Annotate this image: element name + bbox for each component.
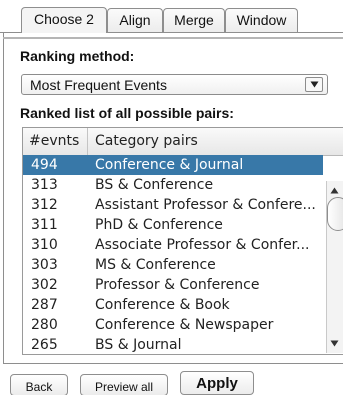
apply-button[interactable]: Apply	[180, 371, 254, 395]
tab-choose-2[interactable]: Choose 2	[21, 7, 107, 33]
table-row[interactable]: 311 PhD & Conference	[23, 215, 323, 235]
tab-bar: Choose 2 Align Merge Window	[0, 0, 343, 33]
event-count-cell: 303	[31, 257, 58, 273]
category-pair-cell: MS & Conference	[95, 257, 216, 273]
event-count-cell: 494	[31, 157, 58, 173]
ranked-pairs-table: #evnts Category pairs 494 Conference & Jo…	[22, 127, 343, 355]
category-pair-cell: PhD & Conference	[95, 217, 223, 233]
table-row[interactable]: 280 Conference & Newspaper	[23, 315, 323, 335]
category-pair-cell: BS & Conference	[95, 177, 214, 193]
vertical-scrollbar[interactable]	[326, 181, 343, 353]
category-pair-cell: BS & Journal	[95, 337, 182, 353]
event-count-cell: 310	[31, 237, 58, 253]
table-body: 494 Conference & Journal 313 BS & Conferenc…	[23, 155, 323, 354]
event-count-cell: 312	[31, 197, 58, 213]
column-header-category-pairs[interactable]: Category pairs	[95, 128, 198, 155]
category-pair-cell: Assistant Professor & Confere...	[95, 197, 316, 213]
table-header: #evnts Category pairs	[23, 128, 343, 156]
ranking-method-select[interactable]: Most Frequent Events	[21, 74, 328, 95]
category-pair-cell: Conference & Journal	[95, 157, 244, 173]
ranking-method-value: Most Frequent Events	[30, 77, 167, 93]
table-row[interactable]: 303 MS & Conference	[23, 255, 323, 275]
arrow-up-icon[interactable]	[330, 187, 339, 194]
ranked-list-label: Ranked list of all possible pairs:	[20, 105, 234, 121]
column-separator	[87, 128, 88, 155]
event-count-cell: 287	[31, 297, 58, 313]
event-count-cell: 280	[31, 317, 58, 333]
arrow-down-icon[interactable]	[330, 340, 339, 347]
ranking-method-label: Ranking method:	[20, 48, 135, 64]
category-pair-cell: Professor & Conference	[95, 277, 260, 293]
category-pair-cell: Associate Professor & Confer...	[95, 237, 310, 253]
table-row[interactable]: 302 Professor & Conference	[23, 275, 323, 295]
table-row[interactable]: 494 Conference & Journal	[23, 155, 323, 175]
preview-all-button[interactable]: Preview all	[80, 374, 168, 395]
table-row[interactable]: 310 Associate Professor & Confer...	[23, 235, 323, 255]
event-count-cell: 302	[31, 277, 58, 293]
category-pair-cell: Conference & Newspaper	[95, 317, 274, 333]
event-count-cell: 311	[31, 217, 58, 233]
event-count-cell: 265	[31, 337, 58, 353]
column-header-evnts[interactable]: #evnts	[29, 128, 79, 155]
table-row[interactable]: 265 BS & Journal	[23, 335, 323, 354]
panel-accent-line	[3, 37, 343, 39]
dropdown-button[interactable]	[305, 77, 323, 92]
tab-window[interactable]: Window	[225, 8, 298, 32]
table-row[interactable]: 287 Conference & Book	[23, 295, 323, 315]
table-row[interactable]: 312 Assistant Professor & Confere...	[23, 195, 323, 215]
back-button[interactable]: Back	[10, 374, 68, 395]
tab-merge[interactable]: Merge	[163, 8, 225, 32]
chevron-down-icon	[310, 81, 319, 88]
tab-align[interactable]: Align	[107, 8, 163, 32]
category-pair-cell: Conference & Book	[95, 297, 230, 313]
event-count-cell: 313	[31, 177, 58, 193]
scrollbar-thumb[interactable]	[327, 197, 343, 231]
align-panel-window: Choose 2 Align Merge Window Ranking meth…	[0, 0, 343, 395]
table-row[interactable]: 313 BS & Conference	[23, 175, 323, 195]
